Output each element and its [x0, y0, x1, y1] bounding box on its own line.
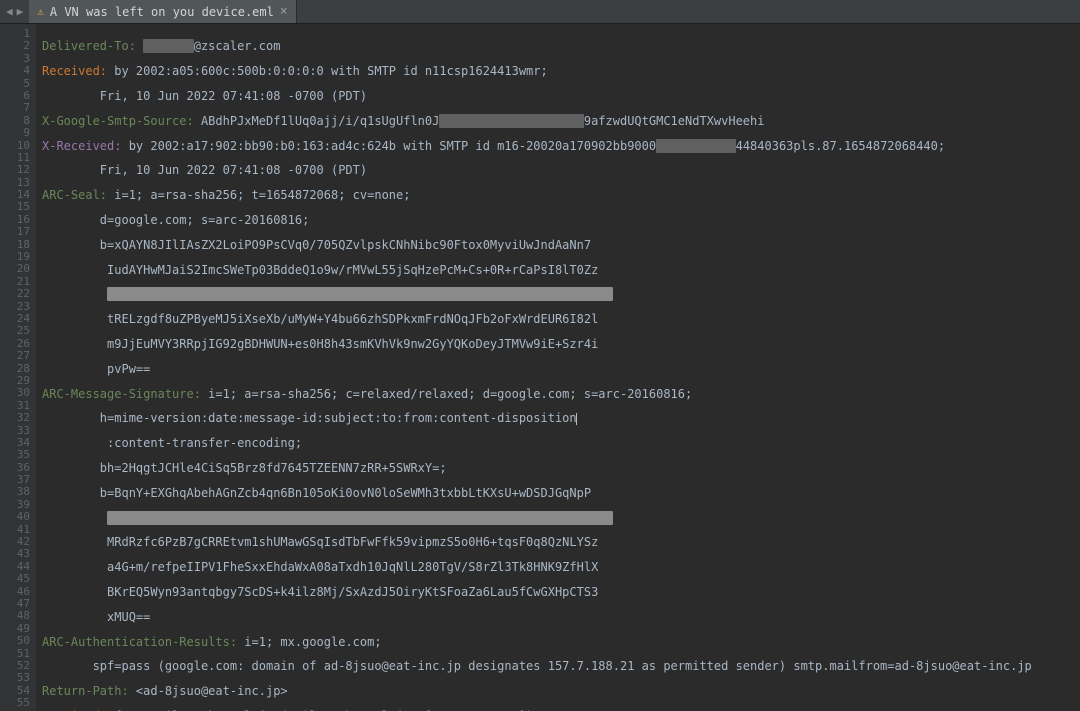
hdr-return-path: Return-Path:	[42, 684, 129, 698]
line-number: 4	[0, 65, 30, 77]
text: ABdhPJxMeDf1lUq0ajj/i/q1sUgUfln0J	[194, 114, 440, 128]
editor-window: ◀ ▶ ⚠ A VN was left on you device.eml × …	[0, 0, 1080, 711]
tab-bar: ◀ ▶ ⚠ A VN was left on you device.eml ×	[0, 0, 1080, 24]
line-number: 40	[0, 511, 30, 523]
text: 44840363pls.87.1654872068440;	[736, 139, 946, 153]
nav-forward-icon[interactable]: ▶	[17, 5, 24, 18]
hdr-x-google-smtp-source: X-Google-Smtp-Source:	[42, 114, 194, 128]
editor-pane: 1234567891011121314151617181920212223242…	[0, 24, 1080, 711]
redacted-text: XXXXXXXXXXXXXXXXXXXX	[439, 114, 584, 128]
text: BKrEQ5Wyn93antqbgy7ScDS+k4ilz8Mj/SxAzdJ5…	[42, 585, 598, 599]
text: d=google.com; s=arc-20160816;	[42, 213, 309, 227]
text: Fri, 10 Jun 2022 07:41:08 -0700 (PDT)	[42, 89, 367, 103]
close-icon[interactable]: ×	[280, 5, 288, 18]
hdr-arc-authentication-results: ARC-Authentication-Results:	[42, 635, 237, 649]
text: i=1; a=rsa-sha256; t=1654872068; cv=none…	[107, 188, 410, 202]
text: b=BqnY+EXGhqAbehAGnZcb4qn6Bn105oKi0ovN0l…	[42, 486, 591, 500]
line-number: 45	[0, 573, 30, 585]
text: pvPw==	[42, 362, 150, 376]
line-number: 55	[0, 697, 30, 709]
text: i=1; mx.google.com;	[237, 635, 382, 649]
text: Fri, 10 Jun 2022 07:41:08 -0700 (PDT)	[42, 163, 367, 177]
line-number: 38	[0, 486, 30, 498]
hdr-received: Received:	[42, 64, 107, 78]
line-number: 22	[0, 288, 30, 300]
text: m9JjEuMVY3RRpjIG92gBDHWUN+es0H8h43smKVhV…	[42, 337, 598, 351]
line-number: 32	[0, 412, 30, 424]
line-number: 17	[0, 226, 30, 238]
line-number: 27	[0, 350, 30, 362]
line-number: 48	[0, 610, 30, 622]
line-number: 12	[0, 164, 30, 176]
text-cursor	[576, 413, 577, 425]
text: b=xQAYN8JIlIAsZX2LoiPO9PsCVq0/705QZvlpsk…	[42, 238, 591, 252]
text: @zscaler.com	[194, 39, 281, 53]
line-number: 2	[0, 40, 30, 52]
nav-back-icon[interactable]: ◀	[6, 5, 13, 18]
text: by 2002:a17:902:bb90:b0:163:ad4c:624b wi…	[121, 139, 656, 153]
file-tab-title: A VN was left on you device.eml	[50, 5, 274, 19]
hdr-arc-message-signature: ARC-Message-Signature:	[42, 387, 201, 401]
hdr-delivered-to: Delivered-To:	[42, 39, 136, 53]
text: :content-transfer-encoding;	[42, 436, 302, 450]
line-number: 9	[0, 127, 30, 139]
text: 9afzwdUQtGMC1eNdTXwvHeehi	[584, 114, 765, 128]
hdr-x-received: X-Received:	[42, 139, 121, 153]
line-number: 43	[0, 548, 30, 560]
code-area[interactable]: Delivered-To: XXXXXXX@zscaler.com Receiv…	[36, 24, 1080, 711]
redacted-text: XXXXXXXXXXX	[656, 139, 735, 153]
text: i=1; a=rsa-sha256; c=relaxed/relaxed; d=…	[201, 387, 692, 401]
text: MRdRzfc6PzB7gCRREtvm1shUMawGSqIsdTbFwFfk…	[42, 535, 598, 549]
redacted-text: XXXXXXX	[143, 39, 194, 53]
text: tRELzgdf8uZPByeMJ5iXseXb/uMyW+Y4bu66zhSD…	[42, 312, 598, 326]
file-tab[interactable]: ⚠ A VN was left on you device.eml ×	[29, 0, 296, 23]
warning-icon: ⚠	[37, 5, 44, 18]
line-number: 25	[0, 325, 30, 337]
text: by 2002:a05:600c:500b:0:0:0:0 with SMTP …	[107, 64, 548, 78]
text: spf=pass (google.com: domain of ad-8jsuo…	[42, 659, 1032, 673]
line-number: 30	[0, 387, 30, 399]
hdr-arc-seal: ARC-Seal:	[42, 188, 107, 202]
line-number: 20	[0, 263, 30, 275]
nav-arrows: ◀ ▶	[0, 0, 29, 23]
line-number: 7	[0, 102, 30, 114]
text: h=mime-version:date:message-id:subject:t…	[42, 411, 577, 425]
line-number: 35	[0, 449, 30, 461]
line-number: 50	[0, 635, 30, 647]
text: xMUQ==	[42, 610, 150, 624]
line-number: 15	[0, 201, 30, 213]
redacted-text: XXXXXXXXXXXXXXXXXXXXXXXXXXXXXXXXXXXXXXXX…	[107, 287, 613, 301]
redacted-text: XXXXXXXXXXXXXXXXXXXXXXXXXXXXXXXXXXXXXXXX…	[107, 511, 613, 525]
text: a4G+m/refpeIIPV1FheSxxEhdaWxA08aTxdh10Jq…	[42, 560, 598, 574]
text: <ad-8jsuo@eat-inc.jp>	[129, 684, 288, 698]
text: IudAYHwMJaiS2ImcSWeTp03BddeQ1o9w/rMVwL55…	[42, 263, 598, 277]
line-number-gutter: 1234567891011121314151617181920212223242…	[0, 24, 36, 711]
line-number: 53	[0, 672, 30, 684]
text: bh=2HqgtJCHle4CiSq5Brz8fd7645TZEENN7zRR+…	[42, 461, 447, 475]
